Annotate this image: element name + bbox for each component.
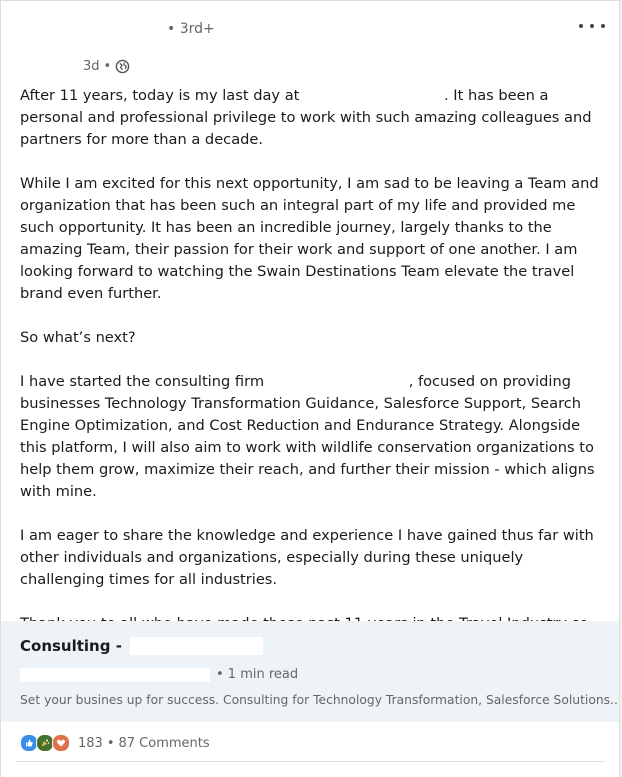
love-icon[interactable] <box>52 734 70 752</box>
article-preview[interactable]: Consulting - • 1 min read Set your busin… <box>1 621 620 722</box>
social-counts: 183 • 87 Comments <box>20 733 210 753</box>
article-description: Set your busines up for success. Consult… <box>20 693 620 707</box>
firm-mention[interactable] <box>268 375 409 389</box>
comments-count[interactable]: 87 Comments <box>119 736 210 751</box>
article-meta: • 1 min read <box>20 667 298 682</box>
connection-degree: • 3rd+ <box>167 21 215 37</box>
divider <box>16 761 605 762</box>
post-time: 3d <box>83 59 100 74</box>
post-header: • 3rd+ 3d • <box>1 1 619 83</box>
paragraph-4: I have started the consulting firm , foc… <box>20 373 595 500</box>
author-name[interactable] <box>31 17 161 35</box>
article-title[interactable]: Consulting - <box>20 637 263 655</box>
paragraph-5: I am eager to share the knowledge and ex… <box>20 527 594 588</box>
globe-icon <box>115 59 130 74</box>
reaction-count[interactable]: 183 <box>78 736 103 751</box>
paragraph-3: So what’s next? <box>20 329 136 346</box>
post-timestamp: 3d • <box>83 59 130 74</box>
more-options-button[interactable] <box>579 17 605 35</box>
company-mention[interactable] <box>304 89 445 103</box>
post-body: After 11 years, today is my last day at … <box>20 85 610 679</box>
feed-post-card: • 3rd+ 3d • After 11 years, today is my … <box>0 0 620 777</box>
article-author[interactable] <box>20 667 210 682</box>
paragraph-2: While I am excited for this next opportu… <box>20 175 599 302</box>
paragraph-1: After 11 years, today is my last day at … <box>20 87 592 148</box>
more-icon <box>579 24 583 28</box>
read-time: • 1 min read <box>216 667 299 682</box>
